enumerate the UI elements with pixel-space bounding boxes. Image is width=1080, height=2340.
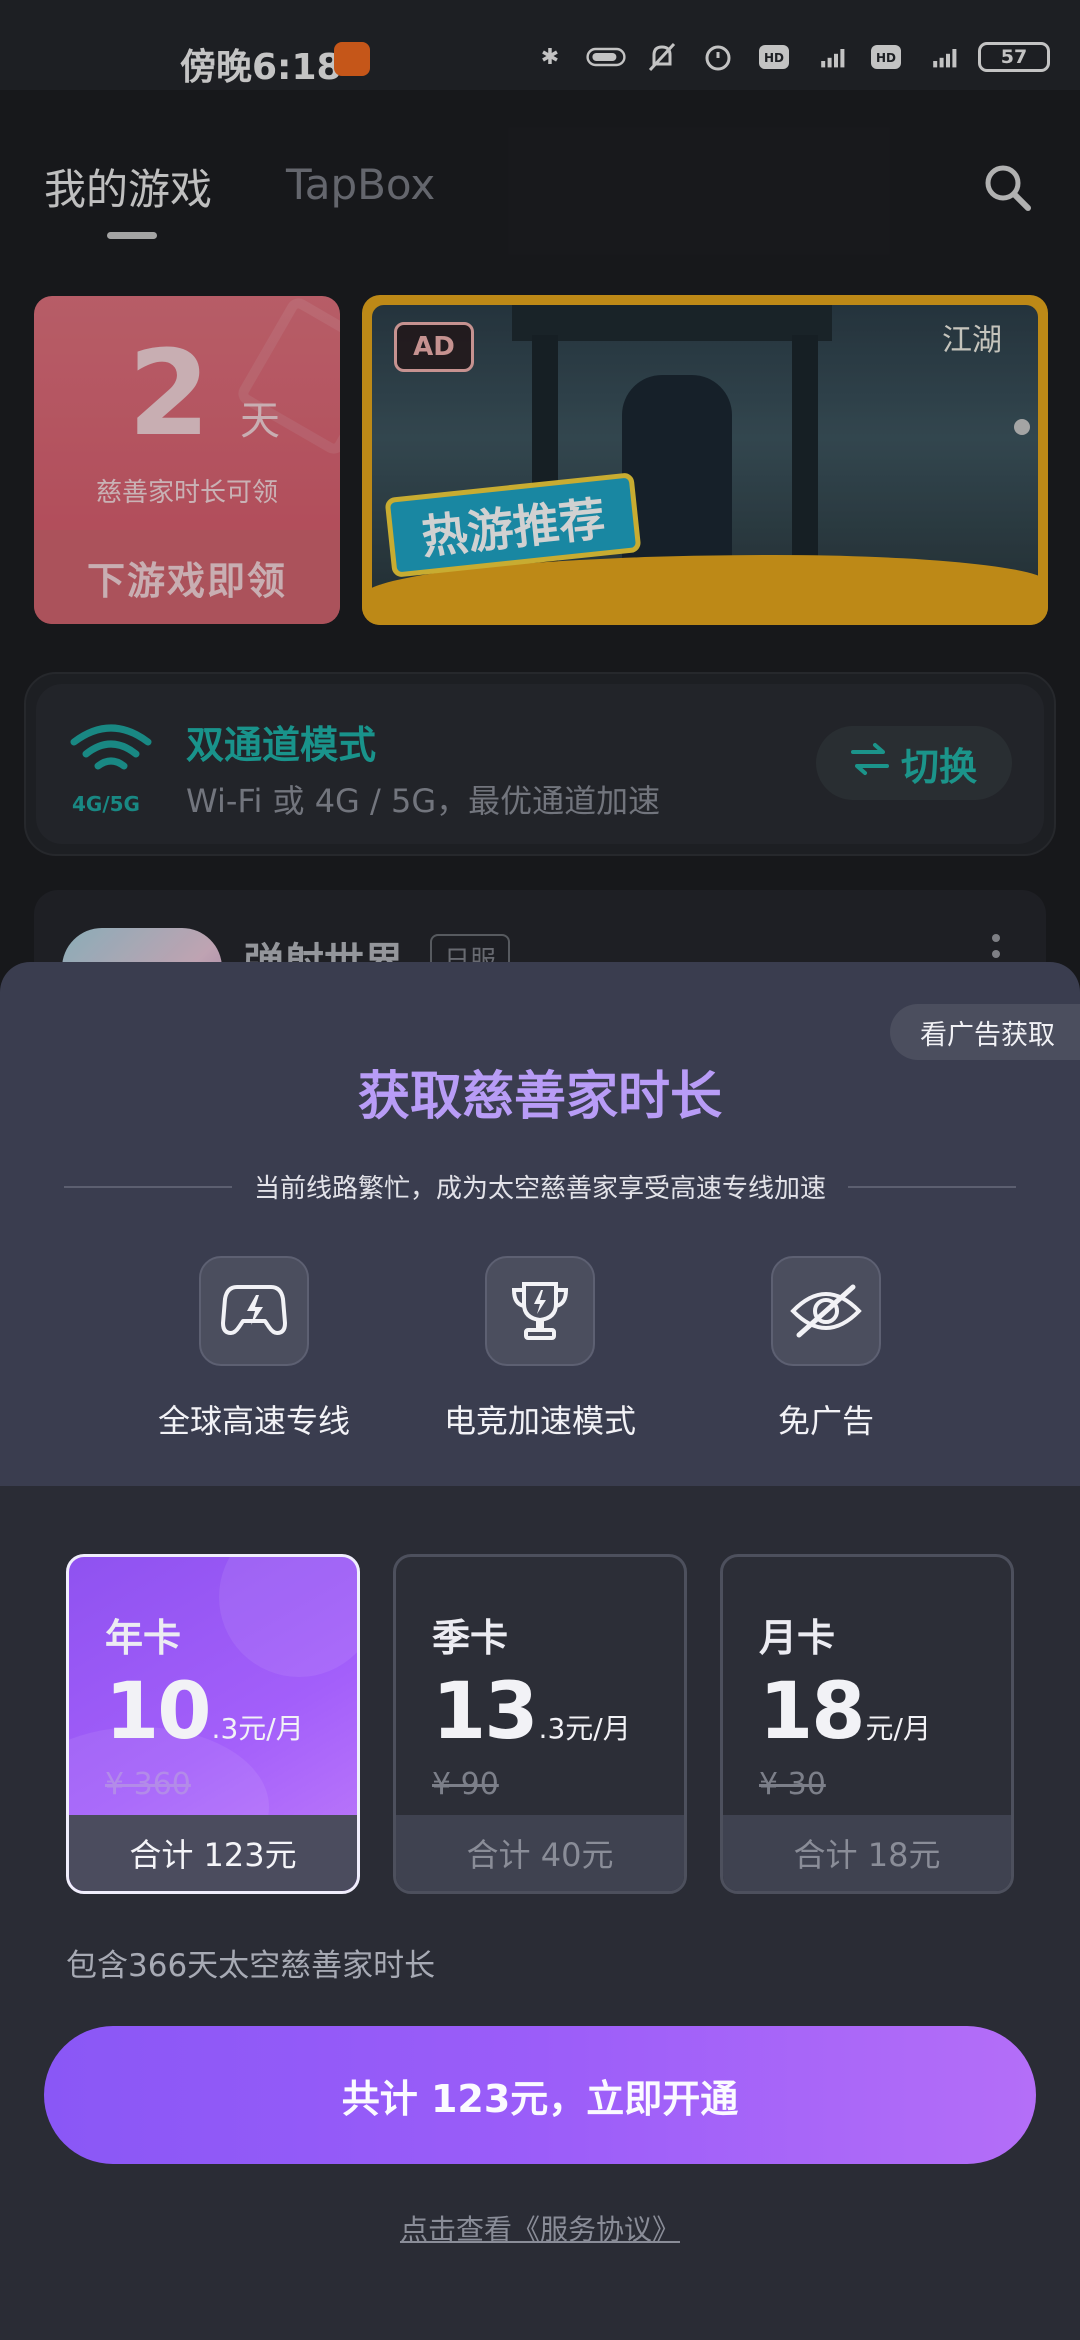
plan-name: 年卡 — [105, 1616, 182, 1660]
plan-decoration — [219, 1557, 357, 1677]
plan-total: 合计 123元 — [69, 1815, 357, 1891]
ad-dot-indicator — [1014, 419, 1030, 435]
plan-total: 合计 40元 — [396, 1815, 684, 1891]
ad-gate-shape — [512, 305, 832, 341]
plan-price-suffix: .3元/月 — [538, 1712, 631, 1745]
ad-corner-text: 江湖 — [942, 323, 1002, 358]
subscribe-button[interactable]: 共计 123元，立即开通 — [44, 2026, 1036, 2164]
free-days-number: 2 — [128, 324, 211, 462]
feature-label: 免广告 — [777, 1402, 874, 1440]
signal-icon — [810, 42, 850, 72]
status-bar: 傍晚6:18 ✱ HD HD 57 — [0, 0, 1080, 90]
download-claim-button[interactable]: 下游戏即领 — [34, 530, 340, 624]
free-days-unit: 天 — [240, 398, 280, 444]
switch-button[interactable]: 切换 — [816, 726, 1012, 800]
alarm-icon — [698, 42, 738, 72]
feature-label: 全球高速专线 — [157, 1402, 350, 1440]
hd-icon: HD — [866, 42, 906, 72]
plan-price-integer: 10 — [105, 1667, 212, 1757]
plan-original-price: ¥ 30 — [759, 1767, 826, 1802]
free-days-desc: 慈善家时长可领 — [95, 478, 278, 508]
rocket-icon — [199, 1256, 309, 1366]
plan-original-price: ¥ 90 — [432, 1767, 499, 1802]
ad-badge: AD — [394, 322, 474, 372]
sheet-subtitle: 当前线路繁忙，成为太空慈善家享受高速专线加速 — [254, 1174, 827, 1204]
feature-global-line: 全球高速专线 — [134, 1256, 374, 1442]
plan-card-yearly[interactable]: 年卡 10 .3元/月 ¥ 360 合计 123元 — [66, 1554, 360, 1894]
plan-price-suffix: .3元/月 — [211, 1712, 304, 1745]
free-days-card[interactable]: 2 天 慈善家时长可领 下游戏即领 — [34, 296, 340, 624]
feature-esports-mode: 电竞加速模式 — [420, 1256, 660, 1442]
wifi-sub-label: 4G/5G — [72, 792, 140, 816]
plan-card-quarterly[interactable]: 季卡 13 .3元/月 ¥ 90 合计 40元 — [393, 1554, 687, 1894]
svg-text:HD: HD — [876, 51, 896, 65]
plan-price-integer: 13 — [432, 1667, 539, 1757]
mute-icon — [642, 42, 682, 72]
bluetooth-icon: ✱ — [540, 44, 560, 70]
ad-pillar-shape — [792, 335, 818, 565]
switch-label: 切换 — [900, 744, 977, 789]
tab-my-games[interactable]: 我的游戏 — [44, 156, 212, 217]
svg-text:HD: HD — [764, 51, 784, 65]
status-time: 傍晚6:18 — [180, 47, 342, 88]
sheet-title: 获取慈善家时长 — [357, 1067, 722, 1127]
divider — [848, 1185, 1017, 1188]
sheet-subtitle-row: 当前线路繁忙，成为太空慈善家享受高速专线加速 — [64, 1168, 1017, 1205]
dual-channel-desc: Wi-Fi 或 4G / 5G，最优通道加速 — [186, 782, 661, 820]
plan-price: 18 元/月 — [759, 1667, 931, 1757]
active-tab-indicator — [107, 232, 157, 239]
battery-indicator: 57 — [978, 42, 1050, 72]
service-agreement-link[interactable]: 点击查看《服务协议》 — [0, 2208, 1080, 2248]
app-notification-icon — [334, 42, 370, 76]
plan-price: 10 .3元/月 — [105, 1667, 304, 1757]
trophy-icon — [485, 1256, 595, 1366]
divider — [64, 1185, 232, 1188]
plan-original-price: ¥ 360 — [105, 1767, 191, 1802]
plan-price: 13 .3元/月 — [432, 1667, 631, 1757]
plan-name: 季卡 — [432, 1616, 509, 1660]
plan-includes-text: 包含366天太空慈善家时长 — [66, 1948, 436, 1984]
toggle-icon — [586, 42, 626, 72]
plan-price-integer: 18 — [759, 1667, 866, 1757]
plan-price-suffix: 元/月 — [865, 1712, 931, 1745]
search-icon[interactable] — [980, 160, 1034, 214]
status-icons: ✱ HD HD 57 — [530, 42, 1050, 72]
dual-channel-title: 双通道模式 — [186, 723, 377, 767]
switch-arrows-icon — [850, 741, 889, 785]
watch-ad-button[interactable]: 看广告获取 — [890, 1004, 1080, 1060]
purchase-sheet: 看广告获取 获取慈善家时长 当前线路繁忙，成为太空慈善家享受高速专线加速 全球高… — [0, 962, 1080, 2340]
dual-channel-inner: 4G/5G 双通道模式 Wi-Fi 或 4G / 5G，最优通道加速 切换 — [36, 684, 1044, 844]
dual-channel-card: 4G/5G 双通道模式 Wi-Fi 或 4G / 5G，最优通道加速 切换 — [24, 672, 1056, 856]
signal-icon — [922, 42, 962, 72]
feature-no-ads: 免广告 — [706, 1256, 946, 1442]
hd-icon: HD — [754, 42, 794, 72]
eye-off-icon — [771, 1256, 881, 1366]
tab-tapbox[interactable]: TapBox — [286, 160, 435, 209]
wifi-icon — [66, 720, 156, 780]
top-nav: 我的游戏 TapBox — [0, 90, 1080, 260]
plan-card-monthly[interactable]: 月卡 18 元/月 ¥ 30 合计 18元 — [720, 1554, 1014, 1894]
feature-label: 电竞加速模式 — [443, 1402, 636, 1440]
plan-total: 合计 18元 — [723, 1815, 1011, 1891]
plan-name: 月卡 — [759, 1616, 836, 1660]
